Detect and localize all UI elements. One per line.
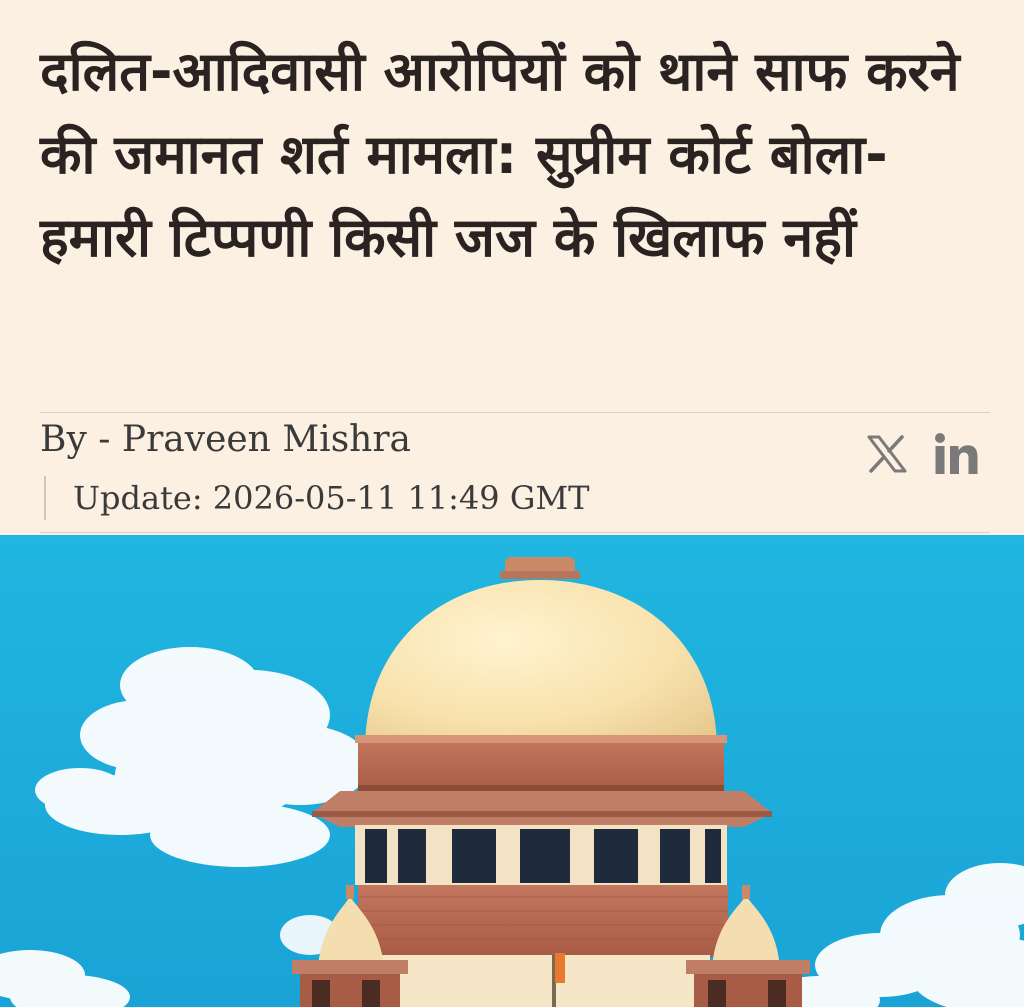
article-headline: दलित-आदिवासी आरोपियों को थाने साफ करने क… [40,40,960,269]
update-timestamp-row: Update: 2026-05-11 11:49 GMT [44,476,590,520]
meta-divider-bottom [40,532,990,533]
linkedin-icon[interactable] [934,432,978,476]
meta-divider-top [40,412,990,413]
update-accent-bar [44,476,46,520]
hero-image[interactable] [0,535,1024,1007]
article-page: दलित-आदिवासी आरोपियों को थाने साफ करने क… [0,0,1024,1007]
x-icon[interactable] [866,434,908,474]
update-timestamp: Update: 2026-05-11 11:49 GMT [73,479,590,517]
author-byline: By - Praveen Mishra [40,419,412,460]
